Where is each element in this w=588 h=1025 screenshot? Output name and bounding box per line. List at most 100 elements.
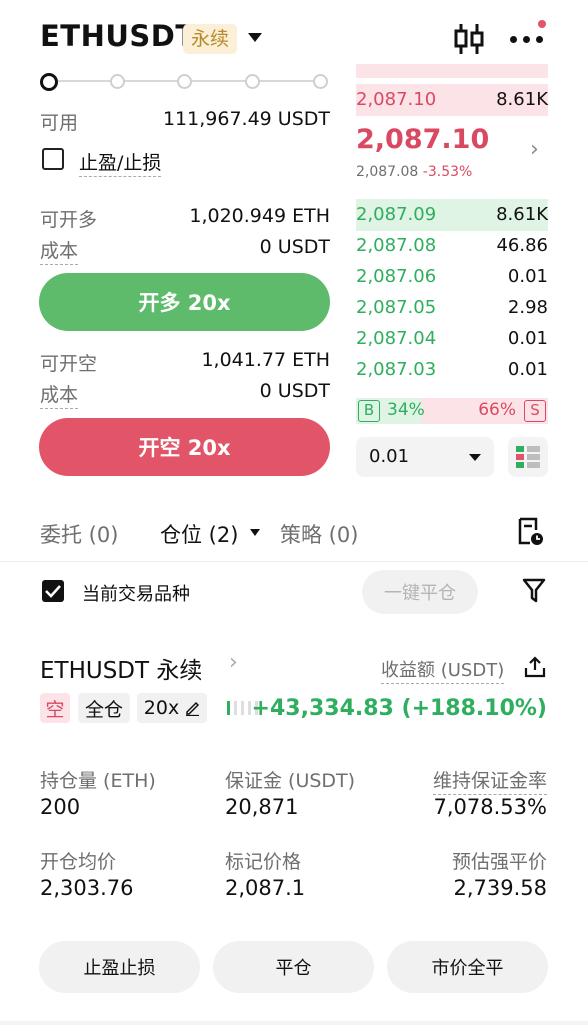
positions-dropdown-icon[interactable] <box>250 529 260 536</box>
bid-row[interactable]: 2,087.06 0.01 <box>356 261 548 293</box>
close-position-button[interactable]: 平仓 <box>213 941 374 993</box>
stat-label: 保证金 (USDT) <box>225 770 356 792</box>
bid-qty: 0.01 <box>507 328 548 349</box>
bid-qty: 0.01 <box>507 266 548 287</box>
stat-label: 预估强平价 <box>451 851 547 873</box>
bid-row[interactable]: 2,087.04 0.01 <box>356 323 548 355</box>
bid-row[interactable]: 2,087.09 8.61K <box>356 199 548 231</box>
contract-badge: 永续 <box>183 24 238 54</box>
long-cost-label: 成本 <box>40 236 79 265</box>
leverage-value: 20x <box>143 697 180 719</box>
tab-strategy[interactable]: 策略 (0) <box>280 519 358 549</box>
notification-dot <box>538 20 546 28</box>
market-close-button[interactable]: 市价全平 <box>387 941 548 993</box>
current-symbol-label[interactable]: 当前交易品种 <box>82 580 190 606</box>
symbol-dropdown-icon[interactable] <box>248 33 262 42</box>
mark-price: 2,087.08 <box>356 164 419 180</box>
bid-row[interactable]: 2,087.08 46.86 <box>356 230 548 262</box>
open-short-button[interactable]: 开空 20x <box>39 418 330 476</box>
precision-value: 0.01 <box>369 446 410 467</box>
stat-label: 开仓均价 <box>40 851 117 873</box>
stat-label: 维持保证金率 <box>432 766 547 795</box>
stat-value: 2,303.76 <box>40 876 134 900</box>
open-short-button-label: 开空 20x <box>138 436 231 460</box>
bid-qty: 46.86 <box>496 235 548 256</box>
bid-price: 2,087.08 <box>356 235 437 256</box>
stat-value: 200 <box>40 795 81 819</box>
position-title[interactable]: ETHUSDT 永续 <box>40 651 202 685</box>
max-long-label: 可开多 <box>40 209 98 231</box>
stat-value: 7,078.53% <box>433 795 547 819</box>
sell-pct: 66% <box>478 400 516 420</box>
available-label: 可用 <box>40 112 79 134</box>
pnl-value: +43,334.83 (+188.10%) <box>251 696 547 721</box>
ask-row[interactable]: 2,087.10 8.61K <box>356 84 548 116</box>
buy-pct: 34% <box>387 400 425 420</box>
symbol-title[interactable]: ETHUSDT <box>40 19 196 53</box>
max-short-value: 1,041.77 ETH <box>201 349 330 371</box>
max-long-value: 1,020.949 ETH <box>189 205 330 227</box>
bid-price: 2,087.09 <box>356 204 437 225</box>
ask-qty: 8.61K <box>496 89 548 110</box>
bid-row[interactable]: 2,087.03 0.01 <box>356 354 548 386</box>
short-cost-value: 0 USDT <box>259 380 330 402</box>
bid-qty: 8.61K <box>496 204 548 225</box>
bid-qty: 0.01 <box>507 359 548 380</box>
orderbook-layout-button[interactable] <box>508 437 548 477</box>
position-chevron-icon[interactable]: › <box>229 650 238 675</box>
pnl-label[interactable]: 收益额 (USDT) <box>381 656 505 684</box>
close-position-label: 平仓 <box>275 958 312 979</box>
close-all-label: 一键平仓 <box>384 583 456 604</box>
market-close-label: 市价全平 <box>431 958 504 979</box>
precision-select[interactable]: 0.01 <box>356 437 494 477</box>
tab-orders[interactable]: 委托 (0) <box>40 519 118 549</box>
stat-label: 标记价格 <box>225 851 302 873</box>
max-short-label: 可开空 <box>40 353 98 375</box>
order-history-icon[interactable] <box>517 517 545 547</box>
sell-label-box: S <box>524 400 546 422</box>
slider-handle[interactable] <box>40 73 58 91</box>
tpsl-button[interactable]: 止盈止损 <box>39 941 200 993</box>
buy-sell-ratio-bar: B 34% 66% S <box>356 398 548 424</box>
bid-price: 2,087.04 <box>356 328 437 349</box>
bid-price: 2,087.05 <box>356 297 437 318</box>
tabs-divider <box>0 561 588 562</box>
bid-qty: 2.98 <box>507 297 548 318</box>
open-long-button[interactable]: 开多 20x <box>39 273 330 331</box>
header-bar: ETHUSDT 永续 <box>0 0 588 70</box>
orderbook-layout-icon <box>516 446 540 468</box>
precision-dropdown-icon <box>469 454 481 461</box>
stat-value: 2,087.1 <box>225 876 306 900</box>
stat-value: 20,871 <box>225 795 299 819</box>
last-price-chevron-icon[interactable]: › <box>530 137 539 162</box>
tpsl-button-label: 止盈止损 <box>83 958 156 979</box>
price-change: -3.53% <box>422 164 473 180</box>
more-menu-icon[interactable] <box>508 35 546 45</box>
price-change-line: 2,087.08 -3.53% <box>356 164 472 180</box>
bid-price: 2,087.03 <box>356 359 437 380</box>
tpsl-label[interactable]: 止盈/止损 <box>79 148 162 177</box>
filter-icon[interactable] <box>522 578 546 604</box>
bid-row[interactable]: 2,087.05 2.98 <box>356 292 548 324</box>
short-cost-label: 成本 <box>40 380 79 409</box>
share-icon[interactable] <box>524 656 546 678</box>
bottom-divider <box>0 1021 588 1025</box>
leverage-slider[interactable] <box>40 72 330 92</box>
candlestick-chart-icon[interactable] <box>452 22 486 56</box>
close-all-button[interactable]: 一键平仓 <box>362 570 478 614</box>
stat-label: 持仓量 (ETH) <box>40 770 156 792</box>
leverage-chip[interactable]: 20x <box>137 693 207 723</box>
edit-pencil-icon <box>186 701 200 716</box>
bid-price: 2,087.06 <box>356 266 437 287</box>
current-symbol-checkbox[interactable] <box>42 580 64 602</box>
checkmark-icon <box>45 585 61 598</box>
last-price[interactable]: 2,087.10 <box>356 124 489 155</box>
tab-positions[interactable]: 仓位 (2) <box>160 519 238 549</box>
buy-label-box: B <box>358 400 380 422</box>
tpsl-checkbox[interactable] <box>42 148 64 170</box>
available-value: 111,967.49 USDT <box>162 108 330 130</box>
long-cost-value: 0 USDT <box>259 236 330 258</box>
open-long-button-label: 开多 20x <box>138 291 231 315</box>
margin-mode-chip[interactable]: 全仓 <box>78 693 130 723</box>
stat-value: 2,739.58 <box>453 876 547 900</box>
